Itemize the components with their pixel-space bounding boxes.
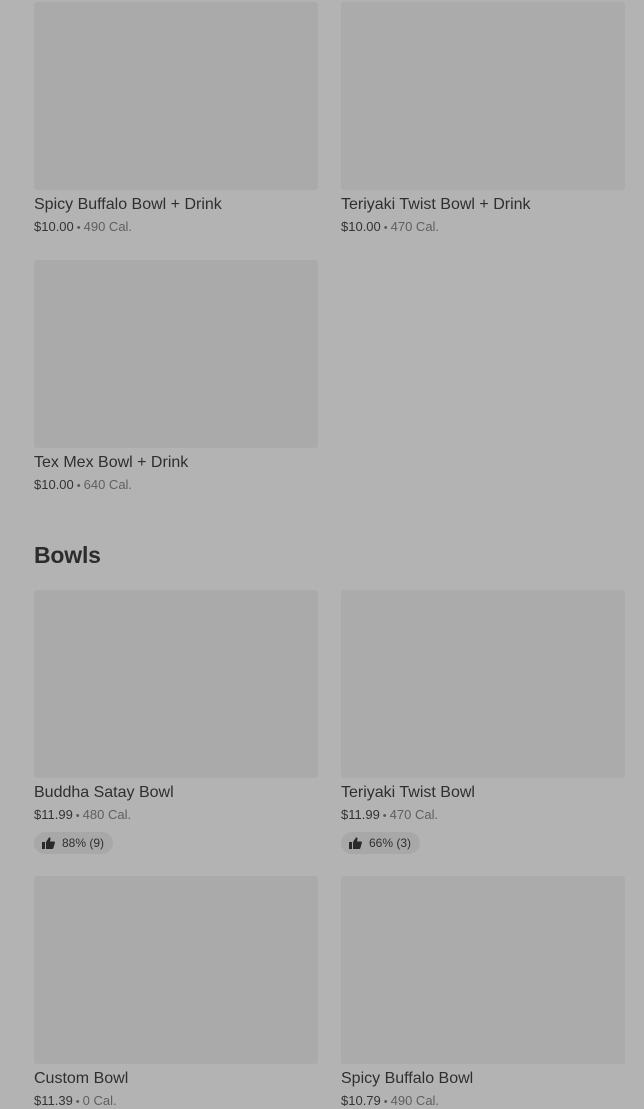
rating-text: 66% (3) <box>369 836 412 850</box>
item-calories: 490 Cal. <box>83 219 133 234</box>
thumbs-up-icon <box>349 837 362 849</box>
item-name: Teriyaki Twist Bowl + Drink <box>341 196 531 213</box>
menu-item-card[interactable]: Buddha Satay Bowl $11.99 • 480 Cal. 88% (9… <box>34 590 318 854</box>
item-name: Spicy Buffalo Bowl <box>341 1070 474 1087</box>
rating-badge: 66% (3) <box>341 832 421 854</box>
menu-page: Spicy Buffalo Bowl + Drink $10.00 • 490 Ca… <box>0 0 644 1109</box>
item-meta: $11.99 • 470 Cal. <box>341 806 625 825</box>
meta-separator: • <box>75 810 80 822</box>
item-price: $10.00 <box>34 219 74 234</box>
rating-text: 88% (9) <box>62 836 105 850</box>
item-calories: 480 Cal. <box>82 807 132 822</box>
menu-item-card[interactable]: Tex Mex Bowl + Drink $10.00 • 640 Cal. <box>34 260 318 495</box>
item-image[interactable] <box>34 2 318 190</box>
item-calories: 640 Cal. <box>83 477 133 492</box>
item-meta: $11.99 • 480 Cal. <box>34 806 318 825</box>
menu-item-card[interactable]: Teriyaki Twist Bowl + Drink $10.00 • 470 C… <box>341 2 625 237</box>
item-name: Spicy Buffalo Bowl + Drink <box>34 196 222 213</box>
item-meta: $10.00 • 470 Cal. <box>341 218 625 237</box>
item-name: Custom Bowl <box>34 1070 129 1087</box>
item-meta: $11.39 • 0 Cal. <box>34 1092 318 1109</box>
item-image[interactable] <box>34 590 318 778</box>
meta-separator: • <box>383 1096 388 1108</box>
meta-separator: • <box>383 222 388 234</box>
item-image[interactable] <box>341 590 625 778</box>
item-image[interactable] <box>34 260 318 448</box>
item-price: $11.39 <box>34 1093 73 1108</box>
item-calories: 470 Cal. <box>390 219 440 234</box>
item-price: $10.00 <box>341 219 381 234</box>
item-name: Buddha Satay Bowl <box>34 784 174 801</box>
meta-separator: • <box>76 480 81 492</box>
thumbs-up-icon <box>42 837 55 849</box>
meta-separator: • <box>75 1096 80 1108</box>
item-meta: $10.00 • 490 Cal. <box>34 218 318 237</box>
meta-separator: • <box>382 810 387 822</box>
item-price: $10.00 <box>34 477 74 492</box>
meta-separator: • <box>76 222 81 234</box>
item-calories: 490 Cal. <box>390 1093 440 1108</box>
rating-badge: 88% (9) <box>34 832 114 854</box>
item-meta: $10.79 • 490 Cal. <box>341 1092 625 1109</box>
item-meta: $10.00 • 640 Cal. <box>34 476 318 495</box>
item-image[interactable] <box>34 876 318 1064</box>
item-price: $10.79 <box>341 1093 381 1108</box>
item-name: Tex Mex Bowl + Drink <box>34 454 189 471</box>
item-price: $11.99 <box>34 807 73 822</box>
item-price: $11.99 <box>341 807 380 822</box>
item-image[interactable] <box>341 876 625 1064</box>
item-name: Teriyaki Twist Bowl <box>341 784 475 801</box>
section-title-bowls: Bowls <box>34 542 101 568</box>
menu-item-card[interactable]: Custom Bowl $11.39 • 0 Cal. <box>34 876 318 1109</box>
item-calories: 470 Cal. <box>389 807 439 822</box>
menu-item-card[interactable]: Spicy Buffalo Bowl $10.79 • 490 Cal. <box>341 876 625 1109</box>
item-calories: 0 Cal. <box>82 1093 117 1108</box>
menu-item-card[interactable]: Spicy Buffalo Bowl + Drink $10.00 • 490 Ca… <box>34 2 318 237</box>
menu-item-card[interactable]: Teriyaki Twist Bowl $11.99 • 470 Cal. 66% … <box>341 590 625 854</box>
item-image[interactable] <box>341 2 625 190</box>
